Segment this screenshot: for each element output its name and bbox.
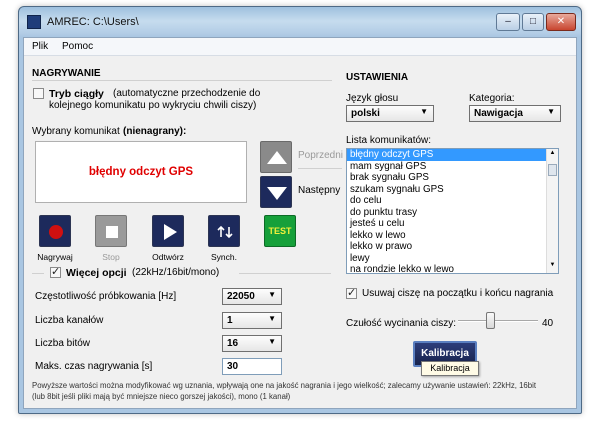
selected-message-text: błędny odczyt GPS: [88, 166, 194, 178]
channels-select[interactable]: 1 ▼: [222, 312, 282, 329]
selected-message-box: błędny odczyt GPS: [35, 141, 247, 203]
list-item[interactable]: błędny odczyt GPS: [347, 149, 558, 161]
trim-silence-label: Usuwaj ciszę na początku i końcu nagrani…: [362, 288, 554, 299]
list-item[interactable]: mam sygnał GPS: [347, 161, 558, 173]
channels-label: Liczba kanałów: [35, 315, 104, 326]
play-button[interactable]: [152, 215, 184, 247]
max-time-label: Maks. czas nagrywania [s]: [35, 361, 153, 372]
list-item[interactable]: szukam sygnału GPS: [347, 184, 558, 196]
chevron-down-icon: ▼: [420, 107, 428, 116]
test-button[interactable]: TEST: [264, 215, 296, 247]
close-button[interactable]: ✕: [546, 13, 576, 31]
sensitivity-value: 40: [542, 318, 554, 329]
list-item[interactable]: do punktu trasy: [347, 207, 558, 219]
footnote-line-2: (lub 8bit jeśli pliki mają być mniejsze …: [32, 392, 291, 401]
message-list-items: błędny odczyt GPS mam sygnał GPS brak sygn…: [347, 149, 558, 273]
menu-bar: Plik Pomoc: [24, 38, 576, 56]
scroll-thumb[interactable]: [548, 164, 557, 176]
list-item[interactable]: jesteś u celu: [347, 218, 558, 230]
divider: [32, 273, 44, 274]
category-select[interactable]: Nawigacja ▼: [469, 105, 561, 122]
list-item[interactable]: lekko w prawo: [347, 241, 558, 253]
slider-thumb[interactable]: [485, 312, 495, 329]
play-icon: [164, 224, 177, 240]
app-window: AMREC: C:\Users\ – □ ✕ Plik Pomoc NAGRYW…: [18, 6, 582, 414]
record-icon: [49, 225, 63, 239]
calibration-tooltip: Kalibracja: [421, 361, 479, 376]
list-item[interactable]: na rondzie lekko w lewo: [347, 264, 558, 273]
sensitivity-slider[interactable]: [456, 309, 540, 333]
stop-button[interactable]: [95, 215, 127, 247]
sync-label: Synch.: [211, 252, 237, 262]
bits-label: Liczba bitów: [35, 338, 91, 349]
sync-button[interactable]: [208, 215, 240, 247]
continuous-mode-checkbox[interactable]: [33, 88, 44, 99]
max-time-input[interactable]: 30: [222, 358, 282, 375]
app-icon: [27, 15, 41, 29]
list-scrollbar[interactable]: ▲ ▼: [546, 149, 558, 273]
selected-message-label: Wybrany komunikat: [32, 126, 120, 137]
divider: [239, 273, 331, 274]
trim-silence-checkbox[interactable]: [346, 286, 357, 299]
title-bar[interactable]: AMREC: C:\Users\ – □ ✕: [19, 7, 581, 37]
arrow-down-icon: [267, 187, 287, 200]
stop-icon: [106, 226, 118, 238]
scroll-down-icon[interactable]: ▼: [548, 262, 557, 272]
voice-language-label: Język głosu: [346, 93, 399, 104]
slider-track: [458, 320, 538, 322]
next-label: Następny: [298, 185, 341, 196]
chevron-down-icon: ▼: [268, 337, 276, 346]
slider-ticks: [456, 309, 540, 313]
continuous-mode-desc: (automatyczne przechodzenie do: [113, 88, 261, 99]
voice-language-select[interactable]: polski ▼: [346, 105, 434, 122]
divider: [32, 80, 332, 81]
maximize-button[interactable]: □: [522, 13, 544, 31]
window-title: AMREC: C:\Users\: [47, 16, 139, 28]
continuous-mode-desc-2: kolejnego komunikatu po wykryciu chwili …: [49, 100, 257, 111]
chevron-down-icon: ▼: [268, 290, 276, 299]
menu-pomoc[interactable]: Pomoc: [62, 41, 93, 52]
list-item[interactable]: brak sygnału GPS: [347, 172, 558, 184]
chevron-down-icon: ▼: [547, 107, 555, 116]
more-options-checkbox[interactable]: [50, 265, 61, 278]
bits-select[interactable]: 16 ▼: [222, 335, 282, 352]
list-item[interactable]: do celu: [347, 195, 558, 207]
play-label: Odtwórz: [152, 252, 184, 262]
arrow-up-icon: [267, 151, 287, 164]
record-button[interactable]: [39, 215, 71, 247]
selected-message-status: (nienagrany):: [123, 126, 187, 137]
list-item[interactable]: lekko w lewo: [347, 230, 558, 242]
message-list[interactable]: błędny odczyt GPS mam sygnał GPS brak sygn…: [346, 148, 559, 274]
previous-label: Poprzedni: [298, 150, 344, 161]
list-item[interactable]: lewy: [347, 253, 558, 265]
next-button[interactable]: [260, 176, 292, 208]
divider: [298, 168, 342, 169]
record-label: Nagrywaj: [37, 252, 73, 262]
scroll-up-icon[interactable]: ▲: [548, 150, 557, 160]
client-area: Plik Pomoc NAGRYWANIE Tryb ciągły (autom…: [23, 37, 577, 409]
previous-button[interactable]: [260, 141, 292, 173]
sync-icon: [217, 225, 233, 239]
more-options-label: Więcej opcji: [66, 267, 127, 279]
stop-label: Stop: [102, 252, 120, 262]
recording-header: NAGRYWANIE: [32, 68, 101, 79]
sample-rate-label: Częstotliwość próbkowania [Hz]: [35, 291, 177, 302]
sensitivity-label: Czułość wycinania ciszy:: [346, 318, 457, 329]
settings-header: USTAWIENIA: [346, 72, 409, 83]
chevron-down-icon: ▼: [268, 314, 276, 323]
menu-plik[interactable]: Plik: [32, 41, 48, 52]
continuous-mode-label: Tryb ciągły: [49, 88, 104, 100]
category-label: Kategoria:: [469, 93, 515, 104]
footnote-line-1: Powyższe wartości można modyfikować wg u…: [32, 381, 537, 390]
message-list-label: Lista komunikatów:: [346, 135, 432, 146]
minimize-button[interactable]: –: [496, 13, 520, 31]
more-options-desc: (22kHz/16bit/mono): [132, 267, 220, 278]
sample-rate-select[interactable]: 22050 ▼: [222, 288, 282, 305]
